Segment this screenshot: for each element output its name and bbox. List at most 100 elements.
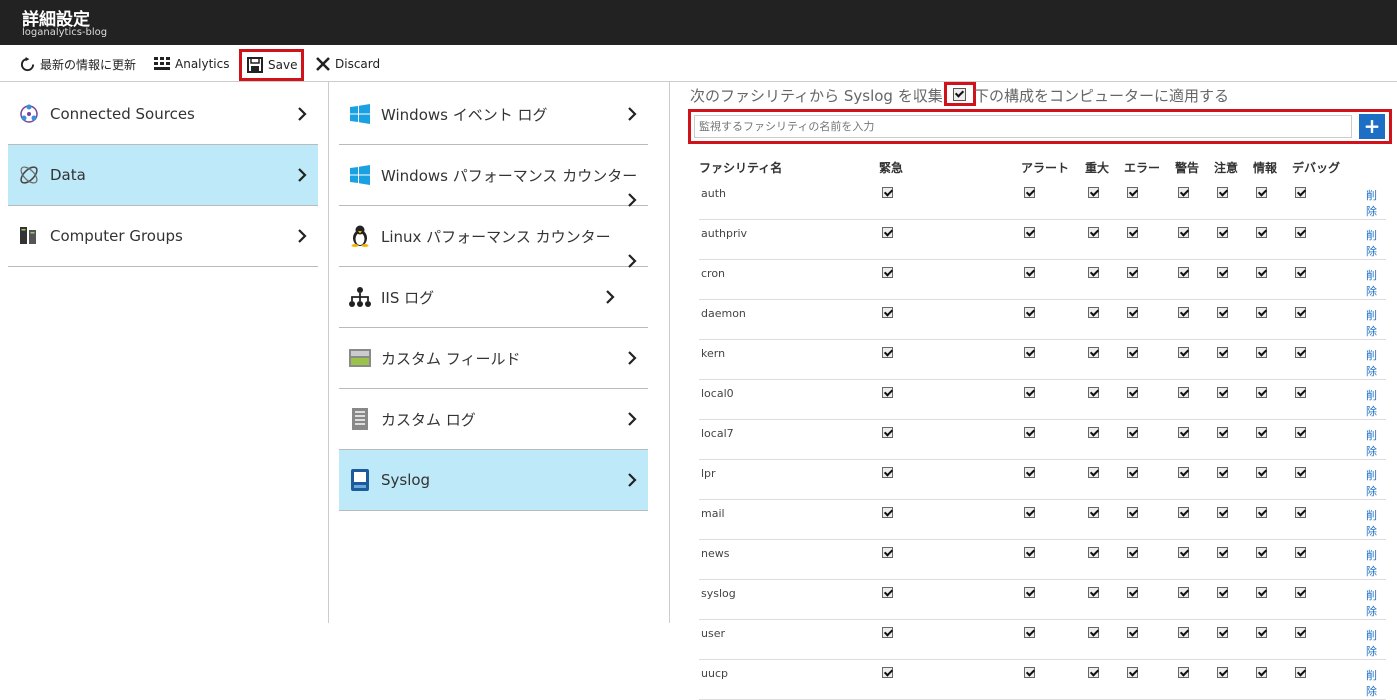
severity-checkbox[interactable] bbox=[1024, 187, 1035, 198]
severity-checkbox[interactable] bbox=[882, 667, 893, 678]
severity-checkbox[interactable] bbox=[1178, 507, 1189, 518]
severity-checkbox[interactable] bbox=[1127, 387, 1138, 398]
severity-checkbox[interactable] bbox=[1217, 427, 1228, 438]
severity-checkbox[interactable] bbox=[1024, 507, 1035, 518]
severity-checkbox[interactable] bbox=[1217, 227, 1228, 238]
severity-checkbox[interactable] bbox=[1217, 627, 1228, 638]
severity-checkbox[interactable] bbox=[1256, 427, 1267, 438]
severity-checkbox[interactable] bbox=[1295, 347, 1306, 358]
nav-item-syslog[interactable]: Syslog bbox=[339, 450, 648, 511]
severity-checkbox[interactable] bbox=[1256, 667, 1267, 678]
severity-checkbox[interactable] bbox=[1127, 227, 1138, 238]
severity-checkbox[interactable] bbox=[1256, 467, 1267, 478]
severity-checkbox[interactable] bbox=[1256, 187, 1267, 198]
delete-link[interactable]: 削除 bbox=[1366, 429, 1377, 458]
severity-checkbox[interactable] bbox=[1295, 547, 1306, 558]
severity-checkbox[interactable] bbox=[1217, 267, 1228, 278]
severity-checkbox[interactable] bbox=[1127, 267, 1138, 278]
delete-link[interactable]: 削除 bbox=[1366, 629, 1377, 658]
delete-link[interactable]: 削除 bbox=[1366, 669, 1377, 698]
severity-checkbox[interactable] bbox=[1178, 667, 1189, 678]
severity-checkbox[interactable] bbox=[1178, 427, 1189, 438]
severity-checkbox[interactable] bbox=[1127, 627, 1138, 638]
severity-checkbox[interactable] bbox=[1217, 347, 1228, 358]
severity-checkbox[interactable] bbox=[1256, 627, 1267, 638]
severity-checkbox[interactable] bbox=[1127, 547, 1138, 558]
severity-checkbox[interactable] bbox=[1024, 467, 1035, 478]
severity-checkbox[interactable] bbox=[1256, 587, 1267, 598]
severity-checkbox[interactable] bbox=[1295, 427, 1306, 438]
severity-checkbox[interactable] bbox=[1024, 667, 1035, 678]
severity-checkbox[interactable] bbox=[1024, 587, 1035, 598]
severity-checkbox[interactable] bbox=[1217, 387, 1228, 398]
severity-checkbox[interactable] bbox=[1127, 427, 1138, 438]
severity-checkbox[interactable] bbox=[1024, 547, 1035, 558]
nav-item-data[interactable]: Data bbox=[8, 145, 318, 206]
severity-checkbox[interactable] bbox=[1178, 587, 1189, 598]
severity-checkbox[interactable] bbox=[1217, 587, 1228, 598]
delete-link[interactable]: 削除 bbox=[1366, 389, 1377, 418]
severity-checkbox[interactable] bbox=[1295, 587, 1306, 598]
severity-checkbox[interactable] bbox=[1088, 587, 1099, 598]
severity-checkbox[interactable] bbox=[1088, 667, 1099, 678]
severity-checkbox[interactable] bbox=[882, 347, 893, 358]
severity-checkbox[interactable] bbox=[882, 547, 893, 558]
severity-checkbox[interactable] bbox=[1256, 227, 1267, 238]
severity-checkbox[interactable] bbox=[1256, 547, 1267, 558]
severity-checkbox[interactable] bbox=[1295, 507, 1306, 518]
severity-checkbox[interactable] bbox=[1295, 667, 1306, 678]
severity-checkbox[interactable] bbox=[1295, 307, 1306, 318]
severity-checkbox[interactable] bbox=[1217, 667, 1228, 678]
severity-checkbox[interactable] bbox=[1127, 587, 1138, 598]
severity-checkbox[interactable] bbox=[1256, 387, 1267, 398]
nav-item-connected-sources[interactable]: Connected Sources bbox=[8, 84, 318, 145]
severity-checkbox[interactable] bbox=[1088, 427, 1099, 438]
severity-checkbox[interactable] bbox=[1088, 547, 1099, 558]
delete-link[interactable]: 削除 bbox=[1366, 309, 1377, 338]
nav-item-windows-event-log[interactable]: Windows イベント ログ bbox=[339, 84, 648, 145]
severity-checkbox[interactable] bbox=[882, 307, 893, 318]
delete-link[interactable]: 削除 bbox=[1366, 549, 1377, 578]
severity-checkbox[interactable] bbox=[1178, 227, 1189, 238]
severity-checkbox[interactable] bbox=[1178, 627, 1189, 638]
severity-checkbox[interactable] bbox=[1127, 307, 1138, 318]
severity-checkbox[interactable] bbox=[1127, 347, 1138, 358]
severity-checkbox[interactable] bbox=[882, 187, 893, 198]
severity-checkbox[interactable] bbox=[1256, 267, 1267, 278]
severity-checkbox[interactable] bbox=[1127, 187, 1138, 198]
severity-checkbox[interactable] bbox=[1295, 627, 1306, 638]
facility-name-input[interactable] bbox=[694, 115, 1352, 138]
severity-checkbox[interactable] bbox=[1256, 507, 1267, 518]
add-facility-button[interactable]: + bbox=[1359, 114, 1385, 139]
severity-checkbox[interactable] bbox=[1217, 547, 1228, 558]
severity-checkbox[interactable] bbox=[882, 507, 893, 518]
severity-checkbox[interactable] bbox=[1088, 267, 1099, 278]
severity-checkbox[interactable] bbox=[1217, 467, 1228, 478]
severity-checkbox[interactable] bbox=[1024, 227, 1035, 238]
analytics-button[interactable]: Analytics bbox=[154, 51, 230, 77]
severity-checkbox[interactable] bbox=[1256, 347, 1267, 358]
severity-checkbox[interactable] bbox=[1295, 467, 1306, 478]
severity-checkbox[interactable] bbox=[1178, 347, 1189, 358]
severity-checkbox[interactable] bbox=[1295, 187, 1306, 198]
severity-checkbox[interactable] bbox=[1178, 187, 1189, 198]
save-button[interactable]: Save bbox=[239, 49, 304, 81]
severity-checkbox[interactable] bbox=[1295, 267, 1306, 278]
severity-checkbox[interactable] bbox=[1127, 467, 1138, 478]
severity-checkbox[interactable] bbox=[1088, 467, 1099, 478]
severity-checkbox[interactable] bbox=[882, 267, 893, 278]
severity-checkbox[interactable] bbox=[1088, 507, 1099, 518]
nav-item-custom-logs[interactable]: カスタム ログ bbox=[339, 389, 648, 450]
severity-checkbox[interactable] bbox=[1088, 347, 1099, 358]
severity-checkbox[interactable] bbox=[1295, 387, 1306, 398]
apply-config-checkbox[interactable] bbox=[944, 82, 976, 106]
severity-checkbox[interactable] bbox=[1024, 267, 1035, 278]
nav-item-linux-perf-counters[interactable]: Linux パフォーマンス カウンター bbox=[339, 206, 648, 268]
delete-link[interactable]: 削除 bbox=[1366, 589, 1377, 618]
severity-checkbox[interactable] bbox=[1024, 627, 1035, 638]
severity-checkbox[interactable] bbox=[1217, 307, 1228, 318]
severity-checkbox[interactable] bbox=[882, 427, 893, 438]
nav-item-iis-logs[interactable]: IIS ログ bbox=[339, 267, 648, 328]
severity-checkbox[interactable] bbox=[1178, 467, 1189, 478]
severity-checkbox[interactable] bbox=[1024, 387, 1035, 398]
